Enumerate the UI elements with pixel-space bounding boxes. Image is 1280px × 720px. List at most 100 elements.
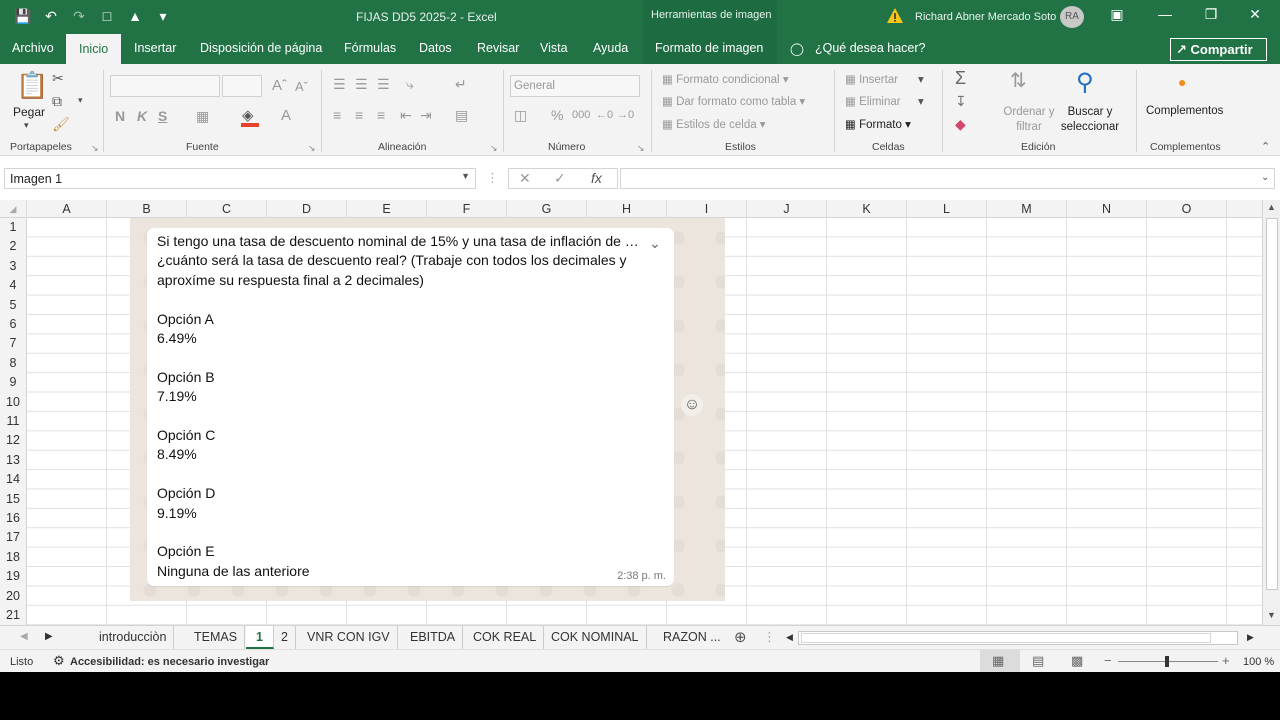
row-header[interactable]: 8 bbox=[0, 354, 26, 373]
sheet-tab[interactable]: EBITDA bbox=[403, 626, 464, 649]
tab-splitter-icon[interactable]: ⋮ bbox=[763, 629, 776, 645]
column-header[interactable]: E bbox=[347, 200, 427, 218]
column-header[interactable]: O bbox=[1147, 200, 1227, 218]
row-header[interactable]: 6 bbox=[0, 315, 26, 334]
font-color-icon[interactable]: A bbox=[281, 107, 291, 124]
tab-revisar[interactable]: Revisar bbox=[477, 41, 519, 55]
paste-dropdown-icon[interactable]: ▾ bbox=[24, 120, 29, 131]
paint-icon[interactable]: ▲ bbox=[126, 7, 144, 25]
column-header[interactable]: C bbox=[187, 200, 267, 218]
align-right-icon[interactable]: ≡ bbox=[377, 107, 385, 123]
new-file-icon[interactable]: □ bbox=[98, 7, 116, 25]
format-as-table-button[interactable]: ▦ Dar formato como tabla ▾ bbox=[662, 94, 805, 108]
row-header[interactable]: 11 bbox=[0, 412, 26, 431]
insert-cells-button[interactable]: ▦ Insertar bbox=[845, 72, 898, 86]
tab-formulas[interactable]: Fórmulas bbox=[344, 41, 396, 55]
sheet-tab[interactable]: COK REAL bbox=[466, 626, 545, 649]
underline-icon[interactable]: S bbox=[158, 108, 167, 124]
hscroll-thumb[interactable] bbox=[801, 633, 1211, 643]
accessibility-icon[interactable]: ⚙ bbox=[53, 653, 65, 669]
next-sheet-icon[interactable]: ▶ bbox=[45, 631, 53, 642]
increase-decimal-icon[interactable]: ←0 bbox=[596, 109, 613, 121]
tab-vista[interactable]: Vista bbox=[540, 41, 568, 55]
column-header[interactable]: J bbox=[747, 200, 827, 218]
number-launcher-icon[interactable]: ↘ bbox=[637, 143, 645, 154]
column-header[interactable]: H bbox=[587, 200, 667, 218]
zoom-level[interactable]: 100 % bbox=[1243, 656, 1274, 668]
alignment-launcher-icon[interactable]: ↘ bbox=[490, 143, 498, 154]
row-header[interactable]: 18 bbox=[0, 548, 26, 567]
column-header[interactable]: F bbox=[427, 200, 507, 218]
find-select-button[interactable]: Buscar y seleccionar bbox=[1054, 105, 1126, 135]
tell-me-box[interactable]: ¿Qué desea hacer? bbox=[815, 41, 926, 55]
accounting-icon[interactable]: ◫ bbox=[514, 107, 527, 124]
tab-ayuda[interactable]: Ayuda bbox=[593, 41, 628, 55]
accessibility-status[interactable]: Accesibilidad: es necesario investigar bbox=[70, 656, 269, 668]
font-launcher-icon[interactable]: ↘ bbox=[308, 143, 316, 154]
grow-font-icon[interactable]: Aˆ bbox=[272, 77, 287, 94]
ribbon-display-icon[interactable]: ▣ bbox=[1102, 6, 1132, 23]
italic-icon[interactable]: K bbox=[137, 108, 147, 124]
delete-dropdown-icon[interactable]: ▾ bbox=[918, 94, 924, 108]
row-header[interactable]: 19 bbox=[0, 567, 26, 586]
bold-icon[interactable]: N bbox=[115, 108, 125, 124]
clear-icon[interactable]: ◆ bbox=[955, 116, 966, 133]
expand-formula-icon[interactable]: ⌄ bbox=[1261, 172, 1269, 183]
undo-icon[interactable]: ↶ bbox=[42, 7, 60, 25]
lightbulb-icon[interactable]: ◯ bbox=[790, 41, 804, 56]
row-header[interactable]: 10 bbox=[0, 393, 26, 412]
sort-filter-button[interactable]: Ordenar y filtrar bbox=[997, 105, 1061, 135]
tab-inicio[interactable]: Inicio bbox=[66, 34, 122, 64]
row-header[interactable]: 21 bbox=[0, 606, 26, 625]
tab-disposicion[interactable]: Disposición de página bbox=[200, 41, 322, 55]
row-header[interactable]: 2 bbox=[0, 237, 26, 256]
row-header[interactable]: 20 bbox=[0, 587, 26, 606]
comma-style-icon[interactable]: 000 bbox=[572, 109, 590, 121]
select-all-corner[interactable]: ◢ bbox=[0, 200, 27, 218]
prev-sheet-icon[interactable]: ◀ bbox=[20, 631, 28, 642]
insert-dropdown-icon[interactable]: ▾ bbox=[918, 72, 924, 86]
vertical-scrollbar[interactable]: ▲ ▼ bbox=[1262, 200, 1280, 625]
redo-icon[interactable]: ↷ bbox=[70, 7, 88, 25]
addins-icon[interactable]: ● bbox=[1178, 74, 1186, 90]
name-box[interactable]: Imagen 1 ▼ bbox=[4, 168, 476, 189]
column-header[interactable]: G bbox=[507, 200, 587, 218]
sheet-tab[interactable]: 2 bbox=[274, 626, 296, 649]
scroll-right-icon[interactable]: ▶ bbox=[1247, 632, 1254, 643]
font-size-box[interactable] bbox=[222, 75, 262, 97]
share-button[interactable]: ↗ Compartir bbox=[1170, 38, 1267, 61]
sheet-tab[interactable]: VNR CON IGV bbox=[300, 626, 398, 649]
save-icon[interactable]: 💾 bbox=[14, 7, 32, 25]
align-middle-icon[interactable]: ☰ bbox=[355, 76, 368, 93]
scroll-thumb[interactable] bbox=[1266, 218, 1278, 590]
row-header[interactable]: 9 bbox=[0, 373, 26, 392]
column-header[interactable]: L bbox=[907, 200, 987, 218]
column-header[interactable]: K bbox=[827, 200, 907, 218]
sheet-tab[interactable]: COK NOMINAL bbox=[544, 626, 647, 649]
add-sheet-icon[interactable]: ⊕ bbox=[734, 628, 747, 646]
sheet-tab[interactable]: TEMAS bbox=[187, 626, 246, 649]
zoom-out-icon[interactable]: − bbox=[1104, 653, 1112, 668]
sheet-tab[interactable]: RAZON ... bbox=[656, 626, 728, 649]
shrink-font-icon[interactable]: Aˇ bbox=[295, 79, 308, 94]
column-header[interactable]: A bbox=[27, 200, 107, 218]
column-header[interactable]: M bbox=[987, 200, 1067, 218]
format-cells-button[interactable]: ▦ Formato ▾ bbox=[845, 117, 911, 131]
collapse-ribbon-icon[interactable]: ⌃ bbox=[1261, 140, 1270, 153]
orientation-icon[interactable]: ⤷ bbox=[406, 76, 414, 93]
formula-input[interactable] bbox=[620, 168, 1275, 189]
cell-styles-button[interactable]: ▦ Estilos de celda ▾ bbox=[662, 117, 766, 131]
avatar[interactable]: RA bbox=[1060, 6, 1084, 28]
tab-archivo[interactable]: Archivo bbox=[12, 41, 54, 55]
horizontal-scrollbar[interactable] bbox=[798, 631, 1238, 645]
font-name-box[interactable] bbox=[110, 75, 220, 97]
tab-datos[interactable]: Datos bbox=[419, 41, 452, 55]
sheet-tab[interactable]: introducciòn bbox=[92, 626, 175, 649]
decrease-indent-icon[interactable]: ⇤ bbox=[400, 107, 412, 124]
page-layout-icon[interactable]: ▤ bbox=[1032, 653, 1044, 669]
insert-function-icon[interactable]: fx bbox=[591, 170, 602, 186]
borders-icon[interactable]: ▦ bbox=[196, 108, 209, 125]
row-header[interactable]: 15 bbox=[0, 490, 26, 509]
column-header[interactable]: I bbox=[667, 200, 747, 218]
format-painter-icon[interactable]: 🖌 bbox=[52, 116, 70, 133]
